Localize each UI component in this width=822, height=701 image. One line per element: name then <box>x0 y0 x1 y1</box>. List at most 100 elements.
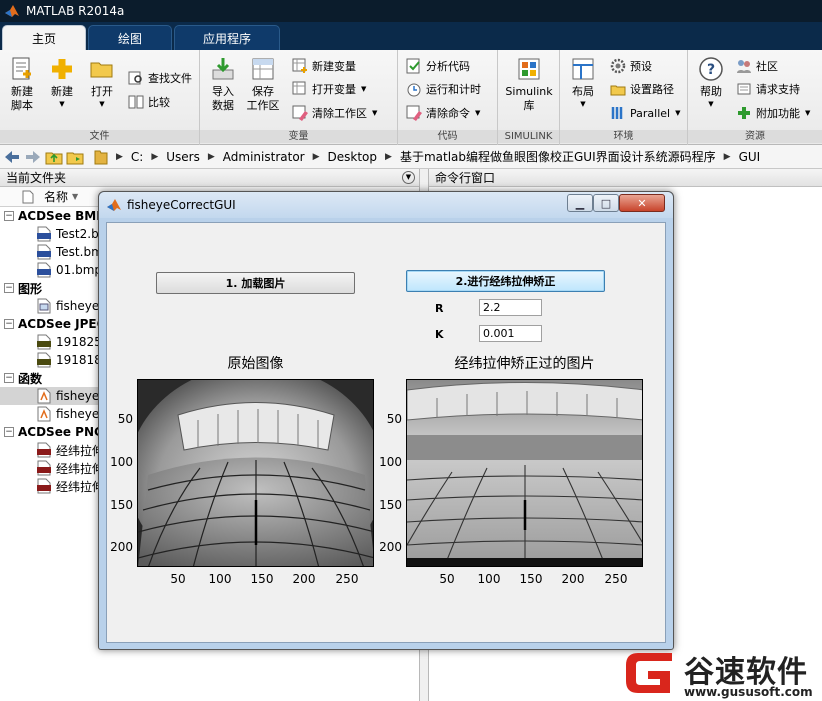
fisheye-gui-window: fisheyeCorrectGUI ▁ □ ✕ 1. 加载图片 2.进行经纬拉伸… <box>98 191 674 650</box>
section-label-resources: 资源 <box>688 130 822 143</box>
mfile-icon <box>37 406 51 422</box>
open-button[interactable]: 打开 ▼ <box>83 56 121 109</box>
ribbon-section-code: 分析代码 运行和计时 清除命令 ▼ 代码 <box>398 50 498 145</box>
breadcrumb-separator: ▶ <box>151 151 159 162</box>
clear-workspace-label: 清除工作区 <box>312 107 367 120</box>
breadcrumb-separator: ▶ <box>723 151 731 162</box>
k-input[interactable] <box>479 325 542 342</box>
original-image-title: 原始图像 <box>227 356 284 372</box>
load-image-button[interactable]: 1. 加载图片 <box>156 272 355 294</box>
add-ons-label: 附加功能 <box>756 107 800 120</box>
minimize-button[interactable]: ▁ <box>567 194 593 212</box>
breadcrumb-segment[interactable]: Administrator <box>223 150 305 164</box>
layout-button[interactable]: 布局 ▼ <box>564 56 602 109</box>
panel-menu-icon[interactable]: ▼ <box>402 171 415 184</box>
parallel-button[interactable]: Parallel ▼ <box>610 103 680 123</box>
address-bar: ▶ C: ▶ Users ▶ Administrator ▶ Desktop ▶… <box>0 145 822 169</box>
svg-text:?: ? <box>707 62 715 78</box>
request-support-label: 请求支持 <box>756 83 800 96</box>
new-button[interactable]: 新建 ▼ <box>43 56 81 109</box>
tab-apps[interactable]: 应用程序 <box>174 25 280 50</box>
folder-icon <box>94 150 108 164</box>
simulink-library-button[interactable]: Simulink 库 <box>502 56 556 113</box>
r-input[interactable] <box>479 299 542 316</box>
run-and-time-button[interactable]: 运行和计时 <box>406 79 481 99</box>
tab-home[interactable]: 主页 <box>2 25 86 50</box>
y-tick-label: 50 <box>386 412 402 426</box>
clear-commands-button[interactable]: 清除命令 ▼ <box>406 103 480 123</box>
bmp-icon <box>37 226 51 242</box>
save-workspace-icon <box>252 58 274 80</box>
find-files-icon <box>128 71 142 85</box>
file-group-label: ACDSee BMP <box>18 209 106 223</box>
new-variable-button[interactable]: 新建变量 <box>292 56 356 76</box>
ribbon-section-variable: 导入 数据 保存 工作区 新建变量 打开变量 ▼ 清除工作区 ▼ 变量 <box>200 50 398 145</box>
analyze-code-button[interactable]: 分析代码 <box>406 56 470 76</box>
breadcrumb-segment[interactable]: GUI <box>739 150 761 164</box>
tab-plots[interactable]: 绘图 <box>88 25 172 50</box>
help-button[interactable]: ? 帮助 ▼ <box>692 56 730 109</box>
community-label: 社区 <box>756 60 778 73</box>
breadcrumb-segment[interactable]: Users <box>166 150 200 164</box>
corrected-image-axes <box>406 379 643 567</box>
gususoft-watermark: 谷速软件 www.gususoft.com <box>620 645 822 701</box>
chevron-down-icon: ▼ <box>805 109 811 117</box>
import-data-button[interactable]: 导入 数据 <box>204 56 242 113</box>
set-path-icon <box>610 85 626 96</box>
gui-title-bar[interactable]: fisheyeCorrectGUI ▁ □ ✕ <box>99 192 673 218</box>
save-workspace-button[interactable]: 保存 工作区 <box>244 56 282 113</box>
collapse-toggle-icon[interactable]: − <box>4 427 14 437</box>
mfile-icon <box>37 388 51 404</box>
request-support-button[interactable]: 请求支持 <box>736 79 800 99</box>
k-label: K <box>435 328 444 341</box>
community-button[interactable]: 社区 <box>736 56 778 76</box>
compare-icon <box>128 95 144 109</box>
clear-workspace-button[interactable]: 清除工作区 ▼ <box>292 103 377 123</box>
breadcrumb-separator: ▶ <box>207 151 215 162</box>
correct-button[interactable]: 2.进行经纬拉伸矫正 <box>406 270 605 292</box>
breadcrumb-separator: ▶ <box>116 151 123 162</box>
find-files-button[interactable]: 查找文件 <box>128 68 192 88</box>
collapse-toggle-icon[interactable]: − <box>4 283 14 293</box>
ribbon-section-simulink: Simulink 库 SIMULINK <box>498 50 560 145</box>
set-path-button[interactable]: 设置路径 <box>610 79 674 99</box>
new-variable-icon <box>292 58 307 73</box>
forward-arrow-icon[interactable] <box>24 148 42 166</box>
add-ons-button[interactable]: 附加功能 ▼ <box>736 103 810 123</box>
preferences-button[interactable]: 预设 <box>610 56 652 76</box>
preferences-label: 预设 <box>630 60 652 73</box>
close-button[interactable]: ✕ <box>619 194 665 212</box>
browse-folder-icon[interactable] <box>66 148 84 166</box>
open-variable-button[interactable]: 打开变量 ▼ <box>292 79 366 99</box>
gui-title: fisheyeCorrectGUI <box>127 198 236 212</box>
collapse-toggle-icon[interactable]: − <box>4 373 14 383</box>
breadcrumb-segment[interactable]: Desktop <box>328 150 378 164</box>
matlab-logo-icon <box>5 5 19 17</box>
parallel-icon <box>611 107 623 119</box>
x-tick-label: 50 <box>170 572 186 586</box>
collapse-toggle-icon[interactable]: − <box>4 319 14 329</box>
chevron-down-icon: ▼ <box>372 109 378 117</box>
chevron-down-icon: ▼ <box>580 100 586 108</box>
name-column-header[interactable]: 名称 <box>44 188 68 205</box>
breadcrumb-segment[interactable]: 基于matlab编程做鱼眼图像校正GUI界面设计系统源码程序 <box>400 148 716 165</box>
add-ons-icon <box>738 107 750 119</box>
back-arrow-icon[interactable] <box>3 148 21 166</box>
maximize-button[interactable]: □ <box>593 194 619 212</box>
fig-icon <box>37 298 51 314</box>
up-folder-icon[interactable] <box>45 148 63 166</box>
compare-button[interactable]: 比较 <box>128 92 170 112</box>
toolstrip-tabs: 主页 绘图 应用程序 <box>0 22 822 50</box>
x-tick-label: 250 <box>604 572 628 586</box>
matlab-logo-icon <box>107 199 121 211</box>
x-tick-label: 100 <box>208 572 232 586</box>
help-label: 帮助 <box>700 85 722 98</box>
layout-label: 布局 <box>572 85 594 98</box>
breadcrumb-segment[interactable]: C: <box>131 150 143 164</box>
new-script-label: 新建 脚本 <box>11 85 33 112</box>
ribbon-section-resources: ? 帮助 ▼ 社区 请求支持 附加功能 ▼ 资源 <box>688 50 822 145</box>
collapse-toggle-icon[interactable]: − <box>4 211 14 221</box>
original-fisheye-image <box>138 380 373 566</box>
new-script-button[interactable]: 新建 脚本 <box>3 56 41 113</box>
x-tick-label: 150 <box>250 572 274 586</box>
